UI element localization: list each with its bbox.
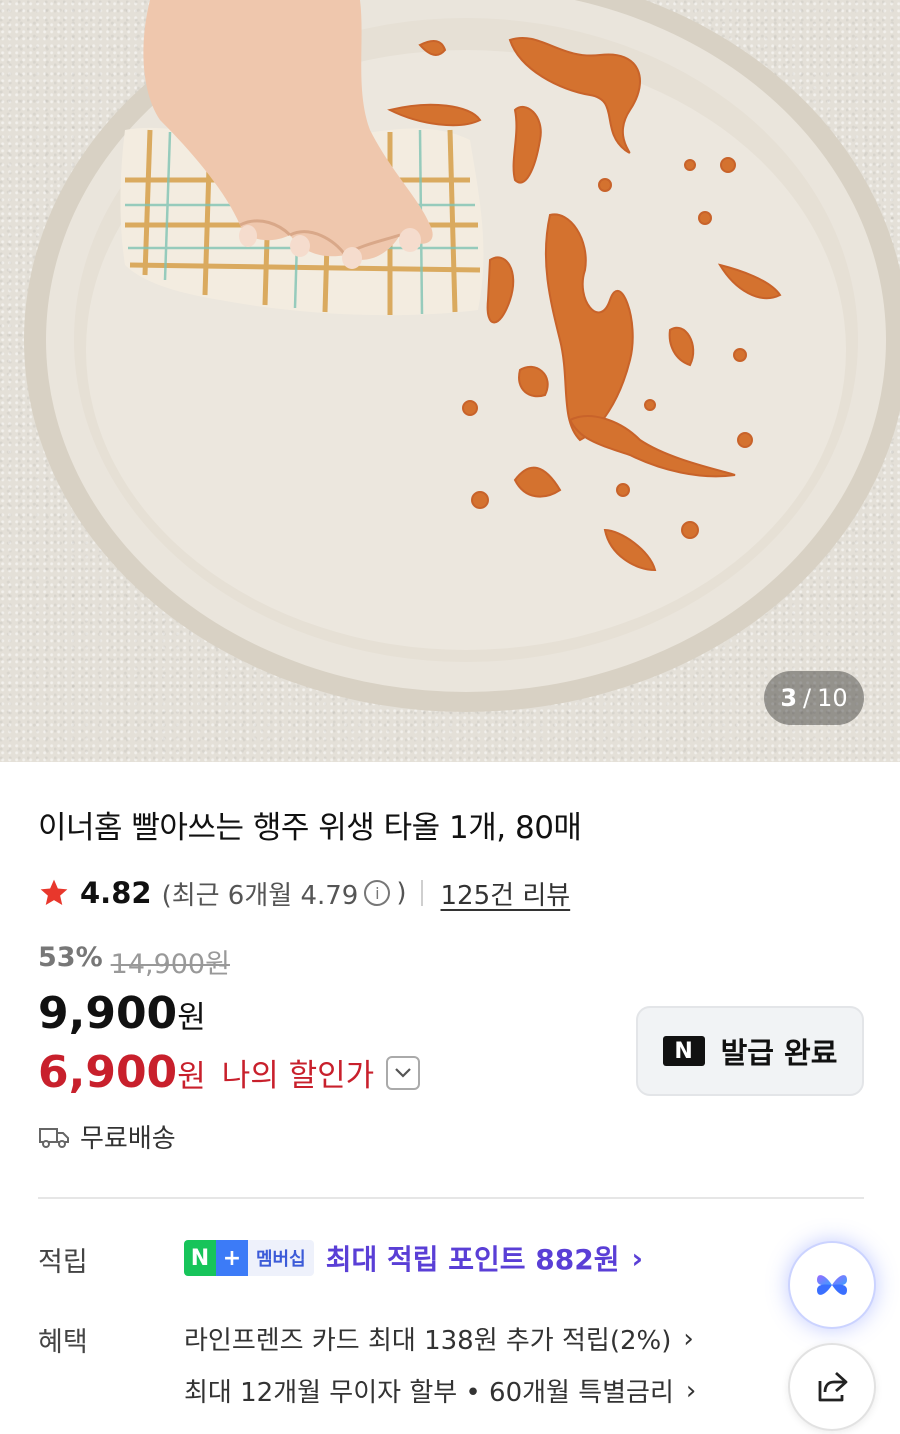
- star-icon: [40, 879, 68, 905]
- max-points-text: 최대 적립 포인트 882원: [325, 1243, 620, 1276]
- image-counter-current: 3: [780, 684, 798, 712]
- badge-membership: 멤버십: [248, 1240, 314, 1276]
- product-title: 이너홈 빨아쓰는 행주 위생 타올 1개, 80매: [38, 810, 582, 846]
- my-price-label: 나의 할인가: [221, 1058, 375, 1094]
- naver-logo-icon: N: [662, 1036, 705, 1066]
- section-divider: [38, 1197, 864, 1199]
- points-row[interactable]: N + 멤버십 최대 적립 포인트 882원 ›: [184, 1238, 643, 1278]
- recent-rating-close: ): [396, 878, 407, 908]
- rating-row: 4.82 (최근 6개월 4.79 i ) 125건 리뷰: [38, 872, 570, 914]
- my-price-row[interactable]: 6,900원 나의 할인가: [38, 1047, 421, 1098]
- shipping-row: 무료배송: [38, 1118, 176, 1155]
- truck-icon: [39, 1127, 69, 1148]
- badge-plus: +: [216, 1240, 248, 1276]
- badge-n: N: [184, 1240, 216, 1276]
- chevron-down-icon[interactable]: [386, 1055, 421, 1090]
- image-counter: 3 / 10: [764, 671, 864, 725]
- product-photo: [24, 0, 900, 712]
- my-price-value: 6,900: [38, 1047, 178, 1098]
- my-price-unit: 원: [177, 1059, 206, 1095]
- chevron-right-icon: ›: [631, 1241, 644, 1275]
- ai-assistant-button[interactable]: [788, 1241, 876, 1329]
- discount-rate: 53%: [38, 942, 103, 973]
- recent-rating: (최근 6개월 4.79 i ): [162, 875, 407, 912]
- rating-divider: [420, 880, 423, 906]
- recent-rating-text: (최근 6개월 4.79: [161, 880, 359, 911]
- ai-assistant-icon: [817, 1275, 847, 1295]
- coupon-label: 발급 완료: [720, 1036, 838, 1070]
- rating-score: 4.82: [80, 876, 152, 910]
- sale-price-value: 9,900: [38, 988, 178, 1039]
- benefit-card-line[interactable]: 라인프렌즈 카드 최대 138원 추가 적립(2%) ›: [184, 1320, 694, 1357]
- image-counter-total: 10: [817, 684, 848, 712]
- benefit-installment-text: 최대 12개월 무이자 할부 • 60개월 특별금리: [184, 1378, 674, 1408]
- discount-row: 53% 14,900원: [38, 942, 230, 981]
- product-image[interactable]: 3 / 10: [0, 0, 900, 762]
- share-button[interactable]: [788, 1343, 876, 1431]
- points-label: 적립: [38, 1247, 88, 1278]
- share-icon: [818, 1371, 848, 1402]
- chevron-right-icon: ›: [685, 1375, 697, 1406]
- shipping-label: 무료배송: [80, 1124, 176, 1154]
- naver-plus-membership-badge: N + 멤버십: [184, 1240, 314, 1276]
- original-price: 14,900원: [110, 949, 230, 980]
- image-counter-separator: /: [803, 684, 812, 712]
- review-count-link[interactable]: 125건 리뷰: [441, 875, 571, 912]
- info-icon[interactable]: i: [364, 880, 391, 906]
- benefit-card-text: 라인프렌즈 카드 최대 138원 추가 적립(2%): [184, 1326, 672, 1356]
- sale-price: 9,900원: [38, 988, 206, 1039]
- coupon-issued-button[interactable]: N 발급 완료: [636, 1006, 864, 1096]
- chevron-right-icon: ›: [683, 1323, 694, 1354]
- my-price: 6,900원: [38, 1047, 206, 1098]
- benefit-installment-line[interactable]: 최대 12개월 무이자 할부 • 60개월 특별금리 ›: [184, 1372, 696, 1409]
- sale-price-unit: 원: [177, 1000, 206, 1036]
- benefits-label: 혜택: [38, 1327, 88, 1358]
